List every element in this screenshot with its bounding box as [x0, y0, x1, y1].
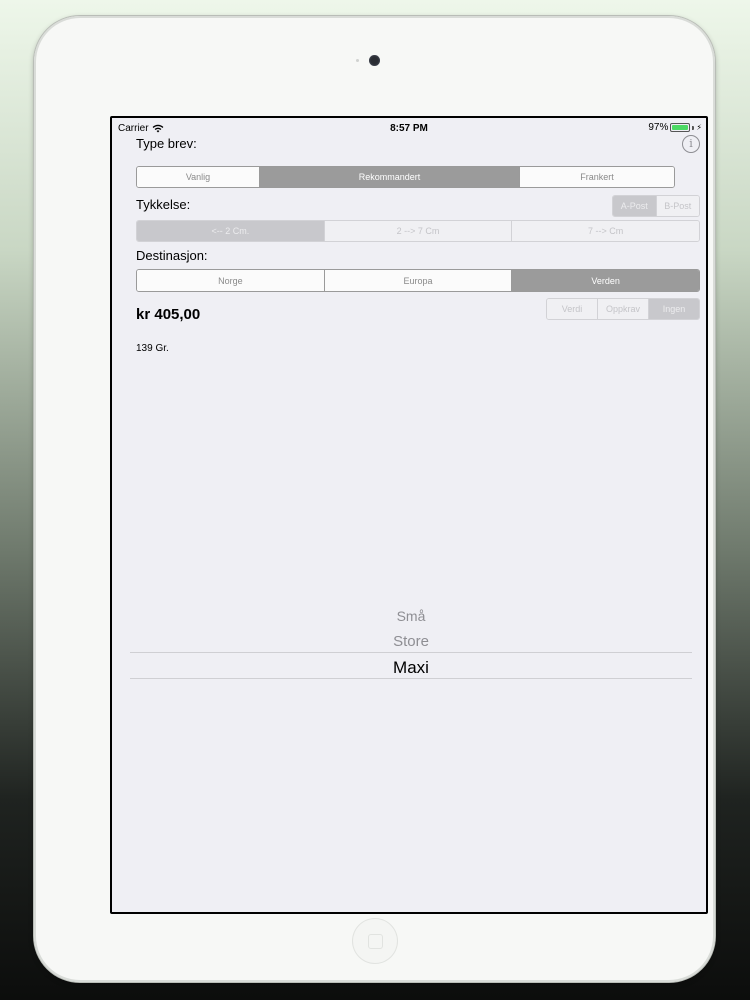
- battery-percent: 97%: [648, 122, 669, 133]
- destination-segmented-control[interactable]: Norge Europa Verden: [136, 269, 700, 292]
- ipad-device-frame: Carrier 8:57 PM 97% ⚡ Type brev: i Vanli…: [34, 16, 715, 982]
- battery-tip: [692, 125, 695, 130]
- battery-indicator: 97% ⚡: [648, 122, 702, 133]
- letter-type-option-rekommandert[interactable]: Rekommandert: [260, 167, 520, 187]
- thickness-option-over-7cm[interactable]: 7 --> Cm: [512, 221, 699, 241]
- info-icon[interactable]: i: [682, 135, 700, 153]
- destination-option-norge[interactable]: Norge: [137, 270, 325, 291]
- destination-option-verden[interactable]: Verden: [512, 270, 699, 291]
- price-value: kr 405,00: [136, 306, 201, 323]
- post-class-option-a[interactable]: A-Post: [613, 196, 657, 216]
- thickness-label: Tykkelse:: [136, 197, 191, 212]
- weight-value: 139 Gr.: [136, 343, 169, 354]
- extra-service-option-verdi[interactable]: Verdi: [547, 299, 598, 319]
- extra-service-option-oppkrav[interactable]: Oppkrav: [598, 299, 649, 319]
- picker-item-store[interactable]: Store: [130, 633, 692, 650]
- post-class-option-b[interactable]: B-Post: [656, 196, 699, 216]
- battery-icon: [670, 123, 691, 132]
- thickness-segmented-control[interactable]: <-- 2 Cm. 2 --> 7 Cm 7 --> Cm: [136, 220, 700, 242]
- charging-bolt-icon: ⚡: [696, 123, 702, 132]
- picker-selection-top-line: [130, 652, 692, 653]
- destination-label: Destinasjon:: [136, 248, 208, 263]
- letter-type-segmented-control[interactable]: Vanlig Rekommandert Frankert: [136, 166, 675, 188]
- front-camera: [369, 55, 380, 66]
- screen-bezel: Carrier 8:57 PM 97% ⚡ Type brev: i Vanli…: [110, 116, 708, 914]
- destination-option-europa[interactable]: Europa: [324, 270, 513, 291]
- post-class-segmented-control[interactable]: A-Post B-Post: [612, 195, 700, 217]
- home-button[interactable]: [352, 918, 398, 964]
- letter-type-option-frankert[interactable]: Frankert: [520, 167, 674, 187]
- size-picker-wheel[interactable]: Små Store Maxi: [130, 604, 692, 684]
- home-button-square-icon: [368, 934, 383, 949]
- picker-item-maxi-selected[interactable]: Maxi: [130, 658, 692, 678]
- thickness-option-under-2cm[interactable]: <-- 2 Cm.: [137, 221, 325, 241]
- sensor-dot: [356, 59, 359, 62]
- extra-service-segmented-control[interactable]: Verdi Oppkrav Ingen: [546, 298, 700, 320]
- picker-selection-bottom-line: [130, 678, 692, 679]
- letter-type-option-vanlig[interactable]: Vanlig: [137, 167, 260, 187]
- extra-service-option-ingen[interactable]: Ingen: [649, 299, 699, 319]
- clock: 8:57 PM: [390, 123, 428, 134]
- thickness-option-2-to-7cm[interactable]: 2 --> 7 Cm: [324, 221, 513, 241]
- status-bar: Carrier 8:57 PM 97% ⚡: [112, 118, 706, 138]
- battery-level-fill: [672, 125, 688, 130]
- app-screen: Carrier 8:57 PM 97% ⚡ Type brev: i Vanli…: [112, 118, 706, 912]
- picker-item-sma[interactable]: Små: [130, 608, 692, 624]
- letter-type-label: Type brev:: [136, 136, 197, 151]
